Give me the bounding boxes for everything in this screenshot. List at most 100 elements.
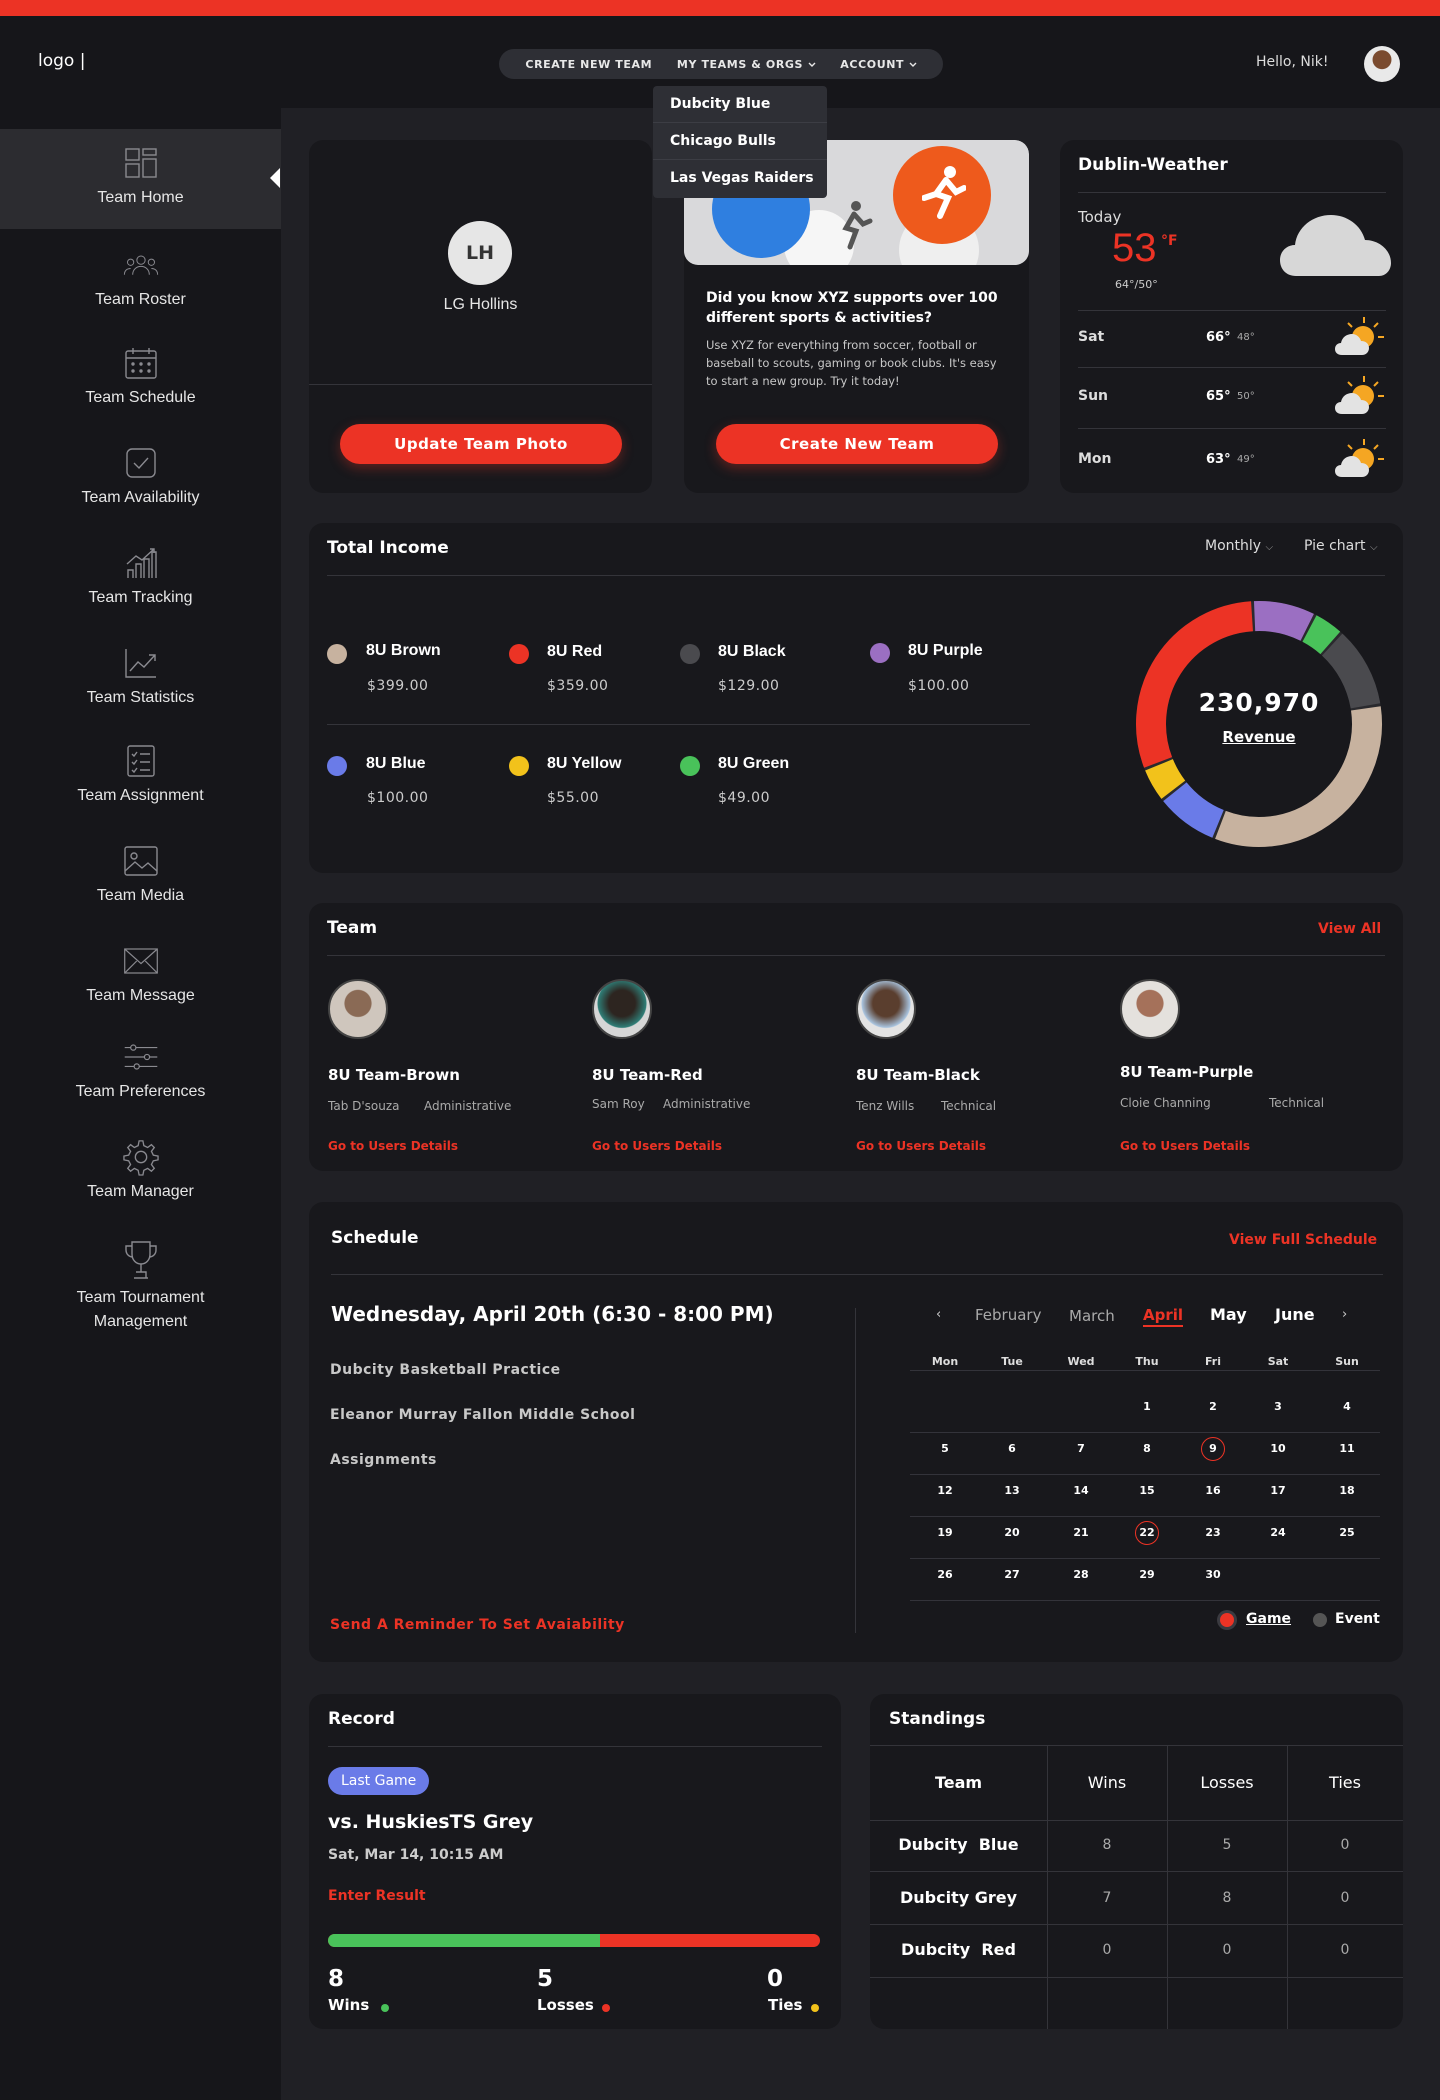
calendar-day[interactable]: 9	[1201, 1437, 1225, 1461]
go-to-user-details-link[interactable]: Go to Users Details	[592, 1139, 722, 1153]
sidebar-item-team-tournament-management[interactable]: Team Tournament Management	[0, 1240, 281, 1334]
member-avatar[interactable]	[1120, 979, 1180, 1039]
calendar-day[interactable]: 7	[1066, 1437, 1096, 1461]
sidebar-item-team-statistics[interactable]: Team Statistics	[0, 646, 281, 710]
legend-name: 8U Green	[718, 755, 790, 772]
member-avatar[interactable]	[856, 979, 916, 1039]
sidebar-item-team-schedule[interactable]: Team Schedule	[0, 346, 281, 410]
calendar-day[interactable]: 29	[1132, 1563, 1162, 1587]
table-cell: 0	[1340, 1837, 1350, 1853]
calendar-day[interactable]: 21	[1066, 1521, 1096, 1545]
calendar-day[interactable]: 23	[1198, 1521, 1228, 1545]
calendar-day[interactable]: 4	[1332, 1395, 1362, 1419]
member-person: Sam Roy	[592, 1097, 645, 1111]
calendar-day[interactable]: 20	[997, 1521, 1027, 1545]
sidebar-item-team-home[interactable]: Team Home	[0, 146, 281, 210]
sidebar-item-team-message[interactable]: Team Message	[0, 944, 281, 1008]
calendar-day[interactable]: 27	[997, 1563, 1027, 1587]
calendar-day[interactable]: 22	[1135, 1521, 1159, 1545]
calendar-prev-icon[interactable]: ‹	[936, 1307, 941, 1322]
calendar-day[interactable]: 17	[1263, 1479, 1293, 1503]
calendar-day[interactable]: 13	[997, 1479, 1027, 1503]
view-all-link[interactable]: View All	[1318, 921, 1381, 937]
sidebar-item-team-assignment[interactable]: Team Assignment	[0, 744, 281, 808]
calendar-day[interactable]: 18	[1332, 1479, 1362, 1503]
member-avatar[interactable]	[328, 979, 388, 1039]
calendar-day[interactable]: 8	[1132, 1437, 1162, 1461]
calendar-month-tab[interactable]: May	[1210, 1305, 1247, 1324]
calendar-next-icon[interactable]: ›	[1342, 1307, 1347, 1322]
period-select[interactable]: Monthly ⌵	[1205, 538, 1273, 554]
dashboard-icon	[123, 146, 159, 180]
sidebar-item-team-manager[interactable]: Team Manager	[0, 1140, 281, 1204]
dropdown-item-dubcity-blue[interactable]: Dubcity Blue	[653, 86, 827, 123]
table-cell: 8	[1102, 1837, 1112, 1853]
calendar-day[interactable]: 25	[1332, 1521, 1362, 1545]
legend-amount: $100.00	[908, 678, 970, 694]
create-new-team-button[interactable]: Create New Team	[716, 424, 998, 464]
divider	[870, 1977, 1403, 1978]
legend-dot-event	[1313, 1613, 1327, 1627]
sidebar-item-team-preferences[interactable]: Team Preferences	[0, 1040, 281, 1104]
calendar-day[interactable]: 3	[1263, 1395, 1293, 1419]
sidebar-item-team-availability[interactable]: Team Availability	[0, 446, 281, 510]
chart-type-select[interactable]: Pie chart ⌵	[1304, 538, 1378, 554]
divider	[327, 575, 1385, 576]
calendar-month-tab-active[interactable]: April	[1143, 1306, 1184, 1327]
go-to-user-details-link[interactable]: Go to Users Details	[856, 1139, 986, 1153]
member-avatar[interactable]	[592, 979, 652, 1039]
calendar-day[interactable]: 5	[930, 1437, 960, 1461]
sidebar-item-team-media[interactable]: Team Media	[0, 844, 281, 908]
revenue-label[interactable]: Revenue	[1134, 728, 1384, 746]
calendar-day[interactable]: 28	[1066, 1563, 1096, 1587]
table-cell: 0	[1340, 1942, 1350, 1958]
legend-game[interactable]: Game	[1246, 1611, 1291, 1627]
nav-account[interactable]: ACCOUNT	[840, 58, 917, 71]
table-header: Team	[934, 1773, 983, 1792]
calendar-month-tab[interactable]: February	[975, 1306, 1041, 1324]
calendar-day[interactable]: 19	[930, 1521, 960, 1545]
legend-name: 8U Blue	[366, 755, 426, 772]
legend-amount: $100.00	[367, 790, 429, 806]
calendar-month-tab[interactable]: June	[1275, 1305, 1315, 1324]
calendar-day[interactable]: 12	[930, 1479, 960, 1503]
nav-create-new-team[interactable]: CREATE NEW TEAM	[525, 58, 652, 71]
calendar-weekday: Wed	[1067, 1355, 1095, 1368]
calendar-month-tab[interactable]: March	[1069, 1307, 1115, 1325]
today-label: Today	[1078, 208, 1122, 226]
dropdown-item-chicago-bulls[interactable]: Chicago Bulls	[653, 123, 827, 160]
legend-event[interactable]: Event	[1335, 1611, 1380, 1627]
calendar-day[interactable]: 14	[1066, 1479, 1096, 1503]
calendar-day[interactable]: 24	[1263, 1521, 1293, 1545]
user-avatar[interactable]	[1364, 46, 1400, 82]
sidebar-item-team-roster[interactable]: Team Roster	[0, 248, 281, 312]
go-to-user-details-link[interactable]: Go to Users Details	[1120, 1139, 1250, 1153]
event-detail: Assignments	[330, 1452, 437, 1468]
calendar-day[interactable]: 2	[1198, 1395, 1228, 1419]
calendar-day[interactable]: 16	[1198, 1479, 1228, 1503]
divider	[309, 384, 652, 385]
calendar-icon	[123, 346, 159, 380]
calendar-day[interactable]: 1	[1132, 1395, 1162, 1419]
sidebar-item-team-tracking[interactable]: Team Tracking	[0, 546, 281, 610]
update-team-photo-button[interactable]: Update Team Photo	[340, 424, 622, 464]
ties-dot	[811, 2004, 819, 2012]
calendar-day[interactable]: 30	[1198, 1563, 1228, 1587]
send-reminder-link[interactable]: Send A Reminder To Set Avaiability	[330, 1617, 625, 1633]
view-full-schedule-link[interactable]: View Full Schedule	[1229, 1232, 1377, 1248]
calendar-day[interactable]: 26	[930, 1563, 960, 1587]
calendar-day[interactable]: 6	[997, 1437, 1027, 1461]
event-detail: Dubcity Basketball Practice	[330, 1362, 561, 1378]
forecast-day: Sun	[1078, 388, 1109, 404]
dropdown-item-las-vegas-raiders[interactable]: Las Vegas Raiders	[653, 160, 827, 197]
nav-my-teams-orgs[interactable]: MY TEAMS & ORGS	[677, 58, 816, 71]
calendar-day[interactable]: 15	[1132, 1479, 1162, 1503]
calendar-day[interactable]: 10	[1263, 1437, 1293, 1461]
schedule-title: Schedule	[331, 1228, 419, 1248]
calendar-day[interactable]: 11	[1332, 1437, 1362, 1461]
enter-result-link[interactable]: Enter Result	[328, 1888, 426, 1904]
go-to-user-details-link[interactable]: Go to Users Details	[328, 1139, 458, 1153]
legend-amount: $359.00	[547, 678, 609, 694]
temperature-unit: °F	[1161, 233, 1178, 249]
logo[interactable]: logo |	[38, 51, 85, 71]
